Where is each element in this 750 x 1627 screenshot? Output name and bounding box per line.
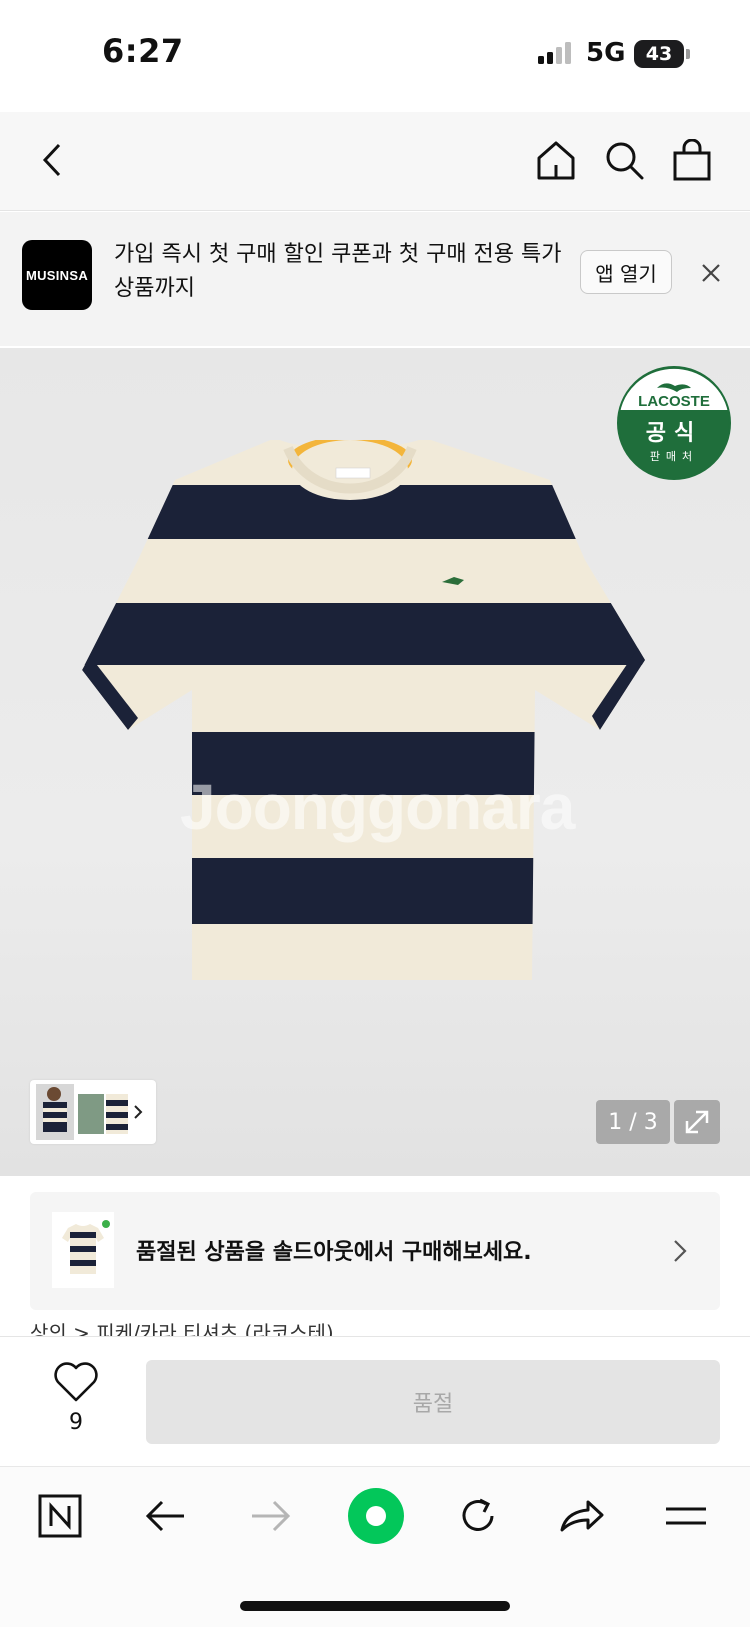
tshirt-image [82, 440, 645, 980]
chevron-left-icon [42, 143, 61, 177]
thumbnail-images [36, 1084, 143, 1140]
home-button[interactable] [528, 132, 584, 188]
chevron-right-icon [674, 1240, 687, 1262]
shopping-bag-icon [673, 139, 711, 181]
refresh-icon [462, 1498, 494, 1531]
expand-icon [685, 1110, 709, 1134]
back-nav-button[interactable] [136, 1488, 196, 1544]
navigation-bar [0, 112, 750, 211]
musinsa-logo: MUSINSA [22, 240, 92, 310]
watermark-text: Joonggonara [180, 771, 575, 843]
soldout-message: 품절된 상품을 솔드아웃에서 구매해보세요. [136, 1240, 532, 1265]
heart-icon [54, 1362, 98, 1402]
green-dot-icon [348, 1488, 404, 1544]
page-indicator: 1 / 3 [596, 1100, 670, 1144]
refresh-button[interactable] [448, 1488, 508, 1544]
close-icon[interactable] [696, 258, 726, 288]
search-button[interactable] [596, 132, 652, 188]
arrow-left-icon [145, 1500, 184, 1532]
chevron-right-icon [134, 1105, 143, 1119]
like-count: 9 [69, 1410, 83, 1435]
battery-cap [686, 49, 690, 59]
cart-button[interactable] [664, 132, 720, 188]
battery-indicator: 43 [634, 40, 684, 68]
share-button[interactable] [552, 1488, 612, 1544]
network-label: 5G [586, 38, 626, 68]
badge-line1: 공식 [646, 421, 702, 446]
soldout-product-thumbnail [52, 1212, 114, 1288]
arrow-right-icon [252, 1500, 291, 1532]
naver-n-icon [38, 1494, 82, 1538]
banner-message: 가입 즉시 첫 구매 할인 쿠폰과 첫 구매 전용 특가 상품까지 [114, 242, 562, 301]
signal-icon [538, 42, 571, 64]
home-icon [537, 141, 575, 180]
naver-home-button[interactable] [30, 1488, 90, 1544]
open-app-button[interactable]: 앱 열기 [580, 250, 672, 294]
expand-button[interactable] [674, 1100, 720, 1144]
status-time: 6:27 [102, 32, 184, 70]
share-icon [560, 1500, 604, 1532]
badge-brand: LACOSTE [638, 393, 710, 410]
lacoste-official-badge: LACOSTE 공식 판매처 [617, 366, 731, 480]
menu-button[interactable] [656, 1488, 716, 1544]
badge-line2: 판매처 [650, 450, 698, 463]
search-icon [606, 142, 644, 180]
forward-nav-button[interactable] [240, 1488, 300, 1544]
naver-green-button[interactable] [344, 1484, 408, 1548]
soldout-buy-button[interactable]: 품절 [146, 1360, 720, 1444]
thumbnail-strip[interactable] [30, 1080, 156, 1144]
menu-icon [666, 1507, 706, 1525]
home-indicator [240, 1601, 510, 1611]
back-button[interactable] [24, 132, 80, 188]
